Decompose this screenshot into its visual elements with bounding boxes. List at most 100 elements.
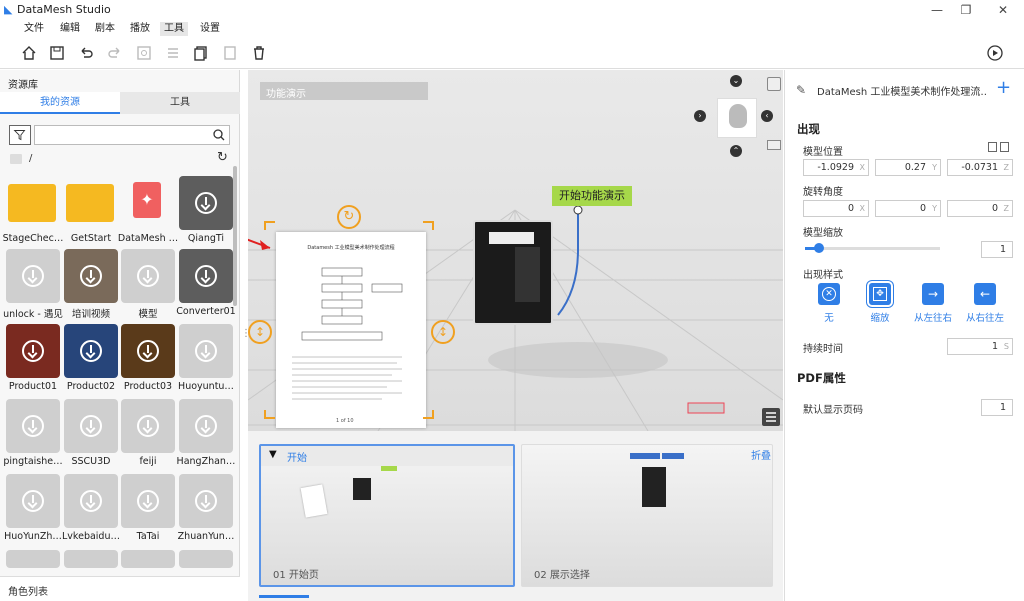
panel-splitter[interactable]: ⋮ (241, 328, 251, 342)
role-list-bar[interactable]: 角色列表 (0, 576, 240, 601)
style-right-left-button[interactable]: ← (974, 283, 996, 305)
asset-tile[interactable] (6, 249, 60, 303)
scene-card-01[interactable]: ▼ 开始 01 开始页 (259, 444, 515, 587)
undo-icon[interactable] (77, 44, 95, 62)
asset-tile[interactable] (179, 176, 233, 230)
duration-label: 持续时间 (803, 344, 843, 355)
rotation-z-input[interactable]: 0Z (947, 200, 1013, 217)
add-icon[interactable]: + (996, 77, 1011, 98)
style-none-button[interactable]: ✕ (818, 283, 840, 305)
asset-tile[interactable] (121, 399, 175, 453)
asset-tile[interactable] (179, 550, 233, 568)
asset-tile[interactable] (64, 399, 118, 453)
asset-tile[interactable] (121, 324, 175, 378)
download-icon (195, 490, 217, 512)
style-left-right-label[interactable]: 从左往右 (908, 310, 958, 324)
play-icon[interactable] (986, 44, 1004, 62)
align-icon[interactable] (164, 44, 182, 62)
menu-tools[interactable]: 工具 (160, 22, 188, 36)
asset-tile[interactable] (121, 249, 175, 303)
paste-icon[interactable] (1000, 142, 1009, 152)
appear-style-label: 出现样式 (803, 270, 843, 281)
axis-x-label: X (859, 163, 865, 172)
copy-icon[interactable] (192, 44, 210, 62)
list-icon[interactable] (762, 408, 780, 426)
tab-my-assets[interactable]: 我的资源 (0, 92, 120, 114)
filter-button[interactable] (9, 125, 31, 145)
scale-slider-track[interactable] (805, 243, 940, 253)
asset-tile[interactable]: ✦ (121, 176, 175, 230)
position-x-input[interactable]: -1.0929 X (803, 159, 869, 176)
position-z-value: -0.0731 (961, 162, 998, 173)
menu-settings[interactable]: 设置 (196, 22, 224, 36)
duration-input[interactable]: 1S (947, 338, 1013, 355)
asset-tile[interactable] (179, 399, 233, 453)
download-icon (195, 415, 217, 437)
asset-tile[interactable] (6, 324, 60, 378)
asset-tile[interactable] (179, 474, 233, 528)
asset-tile[interactable] (6, 399, 60, 453)
3d-viewport[interactable]: 功能演示 Datamesh 工业模型美术制作处理流程 1 of 10 ↻ ↕ ↕… (248, 70, 783, 431)
asset-tile[interactable] (179, 324, 233, 378)
pdf-icon: ✦ (133, 182, 161, 218)
asset-tile[interactable] (6, 176, 60, 230)
position-y-input[interactable]: 0.27 Y (875, 159, 941, 176)
default-page-input[interactable]: 1 (981, 399, 1013, 416)
restore-button[interactable]: ❐ (955, 2, 977, 18)
chevron-up-icon[interactable]: ⌃ (730, 145, 742, 157)
asset-label: Huoyuntu… (178, 381, 234, 392)
screenshot-icon[interactable] (135, 44, 153, 62)
style-right-left-label[interactable]: 从右往左 (960, 310, 1010, 324)
timeline-scrollbar[interactable] (259, 595, 309, 598)
keyboard-icon[interactable] (767, 140, 781, 150)
collapse-triangle-icon[interactable]: ▼ (269, 449, 277, 460)
save-icon[interactable] (48, 44, 66, 62)
close-button[interactable]: ✕ (992, 2, 1014, 18)
redo-icon[interactable] (106, 44, 124, 62)
menu-play[interactable]: 播放 (126, 22, 154, 36)
camera-icon[interactable] (767, 77, 781, 91)
asset-label: GetStart (70, 233, 112, 244)
delete-icon[interactable] (250, 44, 268, 62)
collapse-button[interactable]: 折叠 (751, 447, 771, 462)
chevron-left-icon[interactable]: › (694, 110, 706, 122)
position-z-input[interactable]: -0.0731 Z (947, 159, 1013, 176)
paste-icon[interactable] (221, 44, 239, 62)
style-scale-label[interactable]: 缩放 (855, 310, 905, 324)
asset-tile[interactable] (64, 324, 118, 378)
asset-tile[interactable] (6, 474, 60, 528)
menu-file[interactable]: 文件 (20, 22, 48, 36)
asset-tile[interactable] (6, 550, 60, 568)
copy-icon[interactable] (988, 142, 997, 152)
scale-slider-thumb[interactable] (813, 243, 824, 253)
avatar[interactable] (717, 98, 757, 138)
style-none-label[interactable]: 无 (804, 310, 854, 324)
edit-icon[interactable]: ✎ (796, 83, 806, 97)
asset-tile[interactable] (64, 550, 118, 568)
chevron-down-icon[interactable]: ⌄ (730, 75, 742, 87)
scene-card-02[interactable]: 折叠 02 展示选择 (521, 444, 773, 587)
download-icon (195, 340, 217, 362)
asset-tile[interactable] (121, 474, 175, 528)
rotation-y-input[interactable]: 0Y (875, 200, 941, 217)
scene-thumb-machine (642, 467, 666, 507)
minimize-button[interactable]: — (926, 2, 948, 18)
menu-edit[interactable]: 编辑 (56, 22, 84, 36)
scale-input[interactable]: 1 (981, 241, 1013, 258)
asset-tile[interactable] (121, 550, 175, 568)
rotation-x-input[interactable]: 0X (803, 200, 869, 217)
style-scale-button[interactable]: ✥ (869, 283, 891, 305)
chevron-right-icon[interactable]: ‹ (761, 110, 773, 122)
asset-tile[interactable] (64, 474, 118, 528)
scrollbar[interactable] (233, 166, 237, 306)
style-left-right-button[interactable]: → (922, 283, 944, 305)
asset-tile[interactable] (179, 249, 233, 303)
rotation-y-value: 0 (919, 203, 926, 214)
search-input[interactable] (34, 125, 230, 145)
refresh-icon[interactable]: ↻ (217, 150, 228, 165)
tab-tools[interactable]: 工具 (120, 92, 240, 114)
menu-script[interactable]: 剧本 (91, 22, 119, 36)
asset-tile[interactable] (64, 176, 118, 230)
home-icon[interactable] (20, 44, 38, 62)
asset-tile[interactable] (64, 249, 118, 303)
